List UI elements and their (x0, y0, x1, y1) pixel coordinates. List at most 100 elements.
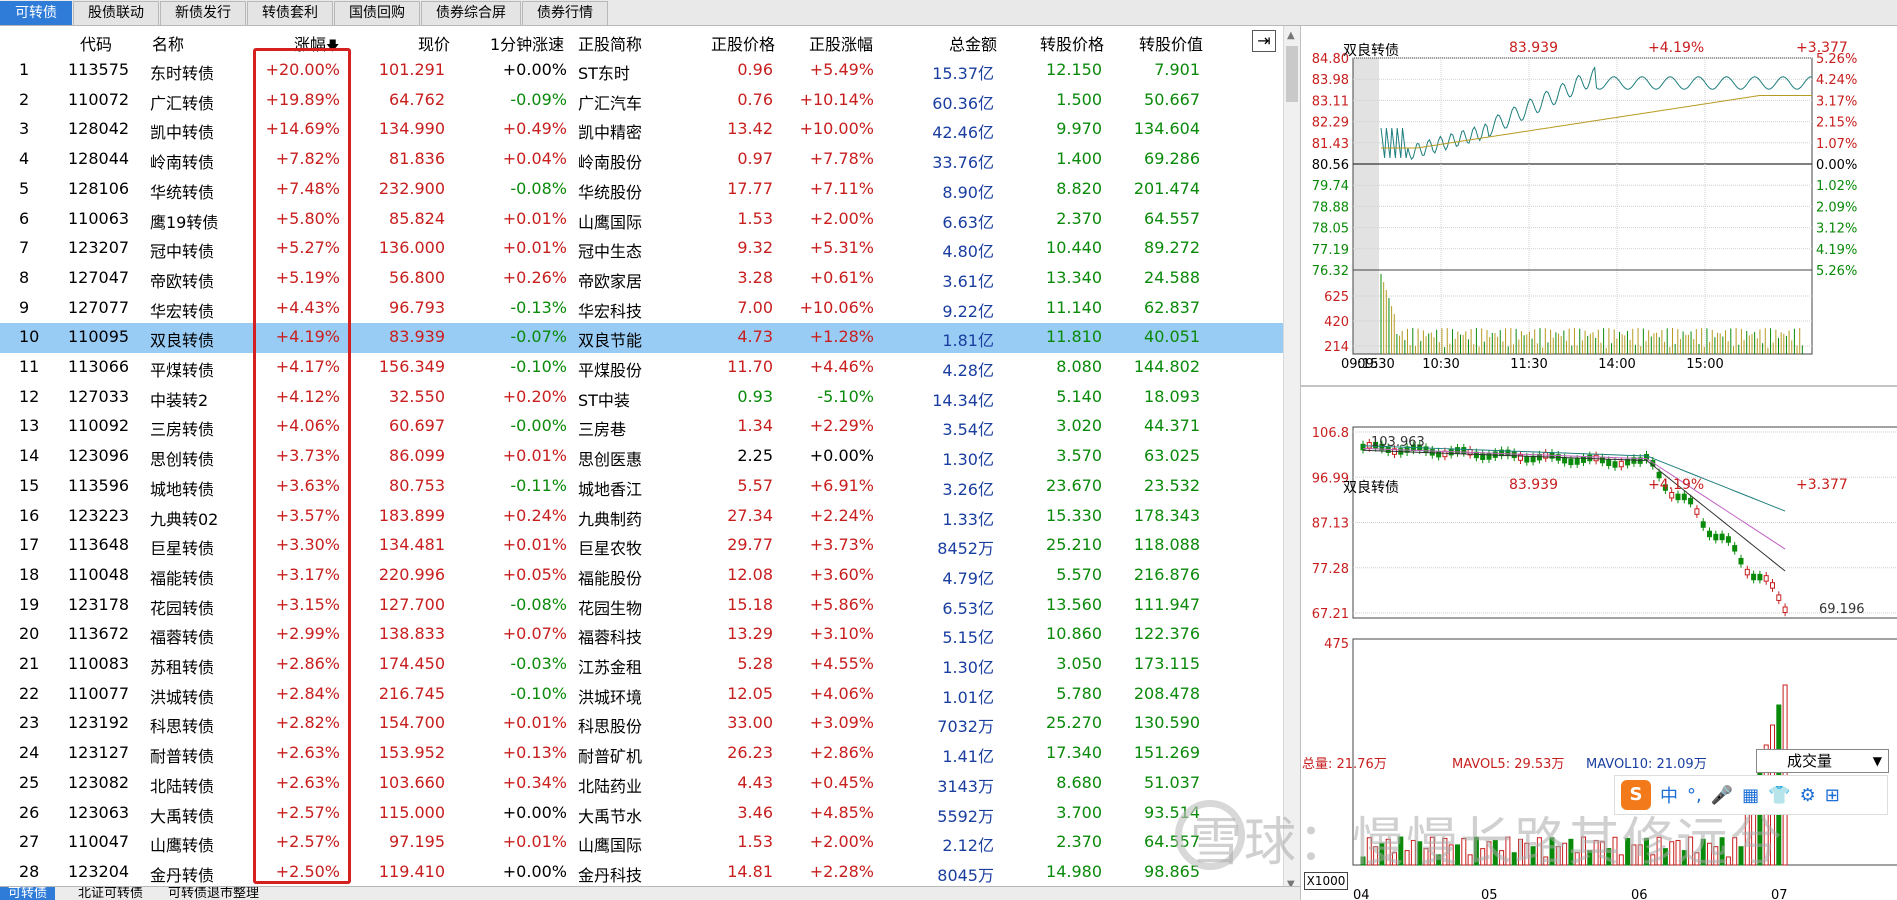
row-index: 18 (19, 564, 40, 584)
stock-change: +4.55% (809, 654, 874, 673)
top-tab-0[interactable]: 可转债 (0, 1, 72, 25)
stock-change: +2.28% (809, 861, 874, 881)
candle-body (1732, 545, 1738, 552)
top-tab-1[interactable]: 股债联动 (73, 1, 159, 25)
row-index: 2 (19, 89, 30, 109)
table-row[interactable]: 25 123082 北陆转债 +2.63% 103.660 +0.34% 北陆药业 4.43 +… (0, 769, 1283, 799)
table-row[interactable]: 4 128044 岭南转债 +7.82% 81.836 +0.04% 岭南股份 0.97 +7.… (0, 145, 1283, 175)
table-scrollbar[interactable]: ▲ ▼ (1283, 26, 1300, 892)
table-row[interactable]: 10 110095 双良转债 +4.19% 83.939 -0.07% 双良节能 4.73 +1… (0, 323, 1283, 353)
row-index: 7 (19, 238, 30, 258)
header-stock-name[interactable]: 正股简称 (578, 31, 642, 55)
header-change[interactable]: 涨幅🡇 (294, 31, 339, 59)
top-tab-3[interactable]: 转债套利 (247, 1, 333, 25)
total-amount: 14.34亿 (932, 390, 994, 410)
stock-price: 13.42 (727, 119, 773, 139)
table-row[interactable]: 18 110048 福能转债 +3.17% 220.996 +0.05% 福能股份 12.08… (0, 561, 1283, 591)
table-row[interactable]: 21 110083 苏租转债 +2.86% 174.450 -0.03% 江苏金租 5.28 +… (0, 650, 1283, 680)
table-row[interactable]: 2 110072 广汇转债 +19.89% 64.762 -0.09% 广汇汽车 0.76 +1… (0, 86, 1283, 116)
top-tab-5[interactable]: 债券综合屏 (421, 1, 521, 25)
total-amount: 4.28亿 (942, 361, 994, 380)
table-row[interactable]: 15 113596 城地转债 +3.63% 80.753 -0.11% 城地香江 5.57 +6… (0, 472, 1283, 502)
header-stock-price[interactable]: 正股价格 (711, 31, 775, 55)
stock-change: +2.29% (809, 416, 874, 436)
header-price[interactable]: 现价 (418, 31, 450, 55)
table-row[interactable]: 16 123223 九典转02 +3.57% 183.899 +0.24% 九典制药 27.3… (0, 502, 1283, 532)
scroll-up-icon[interactable]: ▲ (1287, 30, 1295, 41)
bond-name: 洪城转债 (150, 687, 215, 707)
table-row[interactable]: 11 113066 平煤转债 +4.17% 156.349 -0.10% 平煤股份 11.70… (0, 353, 1283, 383)
top-tab-6[interactable]: 债券行情 (522, 1, 608, 25)
change-pct: +2.82% (275, 713, 340, 733)
table-row[interactable]: 23 123192 科思转债 +2.82% 154.700 +0.01% 科思股份 33.00… (0, 709, 1283, 739)
bottom-tab-bse-cb[interactable]: 北证可转债 (70, 887, 151, 900)
settings-icon[interactable]: ⚙ (1800, 785, 1816, 806)
table-row[interactable]: 20 113672 福蓉转债 +2.99% 138.833 +0.07% 福蓉科技 13.29… (0, 620, 1283, 650)
header-stock-change[interactable]: 正股涨幅 (809, 31, 873, 55)
table-row[interactable]: 3 128042 凯中转债 +14.69% 134.990 +0.49% 凯中精密 13.42… (0, 115, 1283, 145)
stock-name: 冠中生态 (578, 242, 643, 262)
stock-change: +5.86% (809, 594, 874, 614)
header-conv-price[interactable]: 转股价格 (1040, 31, 1104, 55)
pin-panel-icon[interactable]: ⇥ (1252, 30, 1276, 52)
table-row[interactable]: 9 127077 华宏转债 +4.43% 96.793 -0.13% 华宏科技 7.00 +10… (0, 294, 1283, 324)
stock-price: 11.70 (727, 357, 773, 376)
table-row[interactable]: 27 110047 山鹰转债 +2.57% 97.195 +0.01% 山鹰国际 1.53 +2… (0, 828, 1283, 858)
conversion-value: 118.088 (1133, 535, 1200, 555)
scroll-thumb[interactable] (1286, 46, 1298, 102)
table-row[interactable]: 24 123127 耐普转债 +2.63% 153.952 +0.13% 耐普矿机 26.23… (0, 739, 1283, 769)
stock-name: 双良节能 (578, 331, 643, 351)
header-code[interactable]: 代码 (80, 31, 112, 55)
change-pct: +3.57% (275, 505, 340, 525)
bond-name: 华宏转债 (150, 301, 215, 321)
table-row[interactable]: 13 110092 三房转债 +4.06% 60.697 -0.00% 三房巷 1.34 +2.… (0, 412, 1283, 442)
header-conv-value[interactable]: 转股价值 (1139, 31, 1203, 55)
bottom-tab-cb[interactable]: 可转债 (0, 887, 56, 900)
top-tab-2[interactable]: 新债发行 (160, 1, 246, 25)
table-row[interactable]: 28 123204 金丹转债 +2.50% 119.410 +0.00% 金丹科技 14.81… (0, 858, 1283, 886)
volume-indicator-select[interactable]: 成交量 ▼ (1756, 749, 1889, 773)
table-row[interactable]: 19 123178 花园转债 +3.15% 127.700 -0.08% 花园生物 15.18… (0, 591, 1283, 621)
intraday-left-tick: 83.98 (1312, 73, 1349, 88)
table-row[interactable]: 8 127047 帝欧转债 +5.19% 56.800 +0.26% 帝欧家居 3.28 +0.… (0, 264, 1283, 294)
row-index: 15 (19, 475, 40, 495)
change-pct: +7.82% (275, 149, 340, 169)
table-row[interactable]: 6 110063 鹰19转债 +5.80% 85.824 +0.01% 山鹰国际 1.53 +2… (0, 205, 1283, 235)
conversion-price: 8.820 (1056, 178, 1102, 198)
table-row[interactable]: 12 127033 中装转2 +4.12% 32.550 +0.20% ST中装 0.93 -5… (0, 383, 1283, 413)
row-index: 16 (19, 505, 40, 525)
stock-price: 14.81 (727, 861, 773, 881)
table-row[interactable]: 17 113648 巨星转债 +3.30% 134.481 +0.01% 巨星农牧 29.77… (0, 531, 1283, 561)
bottom-tab-delist[interactable]: 可转债退市整理 (160, 887, 267, 900)
grid-menu-icon[interactable]: ⊞ (1825, 785, 1840, 806)
conversion-price: 8.080 (1056, 357, 1102, 376)
stock-price: 5.28 (737, 654, 773, 673)
table-row[interactable]: 26 123063 大禹转债 +2.57% 115.000 +0.00% 大禹节水 3.46 +… (0, 799, 1283, 829)
total-amount: 7032万 (937, 717, 994, 737)
total-amount: 6.63亿 (942, 212, 994, 232)
speed-1min: +0.05% (502, 564, 567, 584)
top-tab-4[interactable]: 国债回购 (334, 1, 420, 25)
table-row[interactable]: 7 123207 冠中转债 +5.27% 136.000 +0.01% 冠中生态 9.32 +5… (0, 234, 1283, 264)
table-row[interactable]: 22 110077 洪城转债 +2.84% 216.745 -0.10% 洪城环境 12.05… (0, 680, 1283, 710)
row-index: 27 (19, 832, 40, 852)
speed-1min: +0.07% (502, 624, 567, 644)
change-pct: +4.12% (275, 386, 340, 406)
change-pct: +3.63% (275, 475, 340, 495)
stock-name: 山鹰国际 (578, 836, 643, 856)
total-amount: 1.41亿 (942, 747, 994, 767)
bond-name: 冠中转债 (150, 242, 215, 262)
header-speed[interactable]: 1分钟涨速 (490, 31, 564, 55)
table-row[interactable]: 1 113575 东时转债 +20.00% 101.291 +0.00% ST东时 0.96 +… (0, 56, 1283, 86)
daily-y-tick: 67.21 (1312, 607, 1349, 622)
conversion-value: 216.876 (1133, 564, 1200, 584)
header-total[interactable]: 总金额 (949, 31, 997, 55)
bond-code: 123063 (68, 802, 130, 822)
table-row[interactable]: 5 128106 华统转债 +7.48% 232.900 -0.08% 华统股份 17.77 +… (0, 175, 1283, 205)
bond-code: 110048 (68, 564, 130, 584)
candle-body (1744, 568, 1750, 576)
table-row[interactable]: 14 123096 思创转债 +3.73% 86.099 +0.01% 思创医惠 2.25 +0… (0, 442, 1283, 472)
change-pct: +4.17% (275, 357, 340, 376)
header-name[interactable]: 名称 (152, 31, 184, 55)
stock-change: +3.09% (809, 713, 874, 733)
